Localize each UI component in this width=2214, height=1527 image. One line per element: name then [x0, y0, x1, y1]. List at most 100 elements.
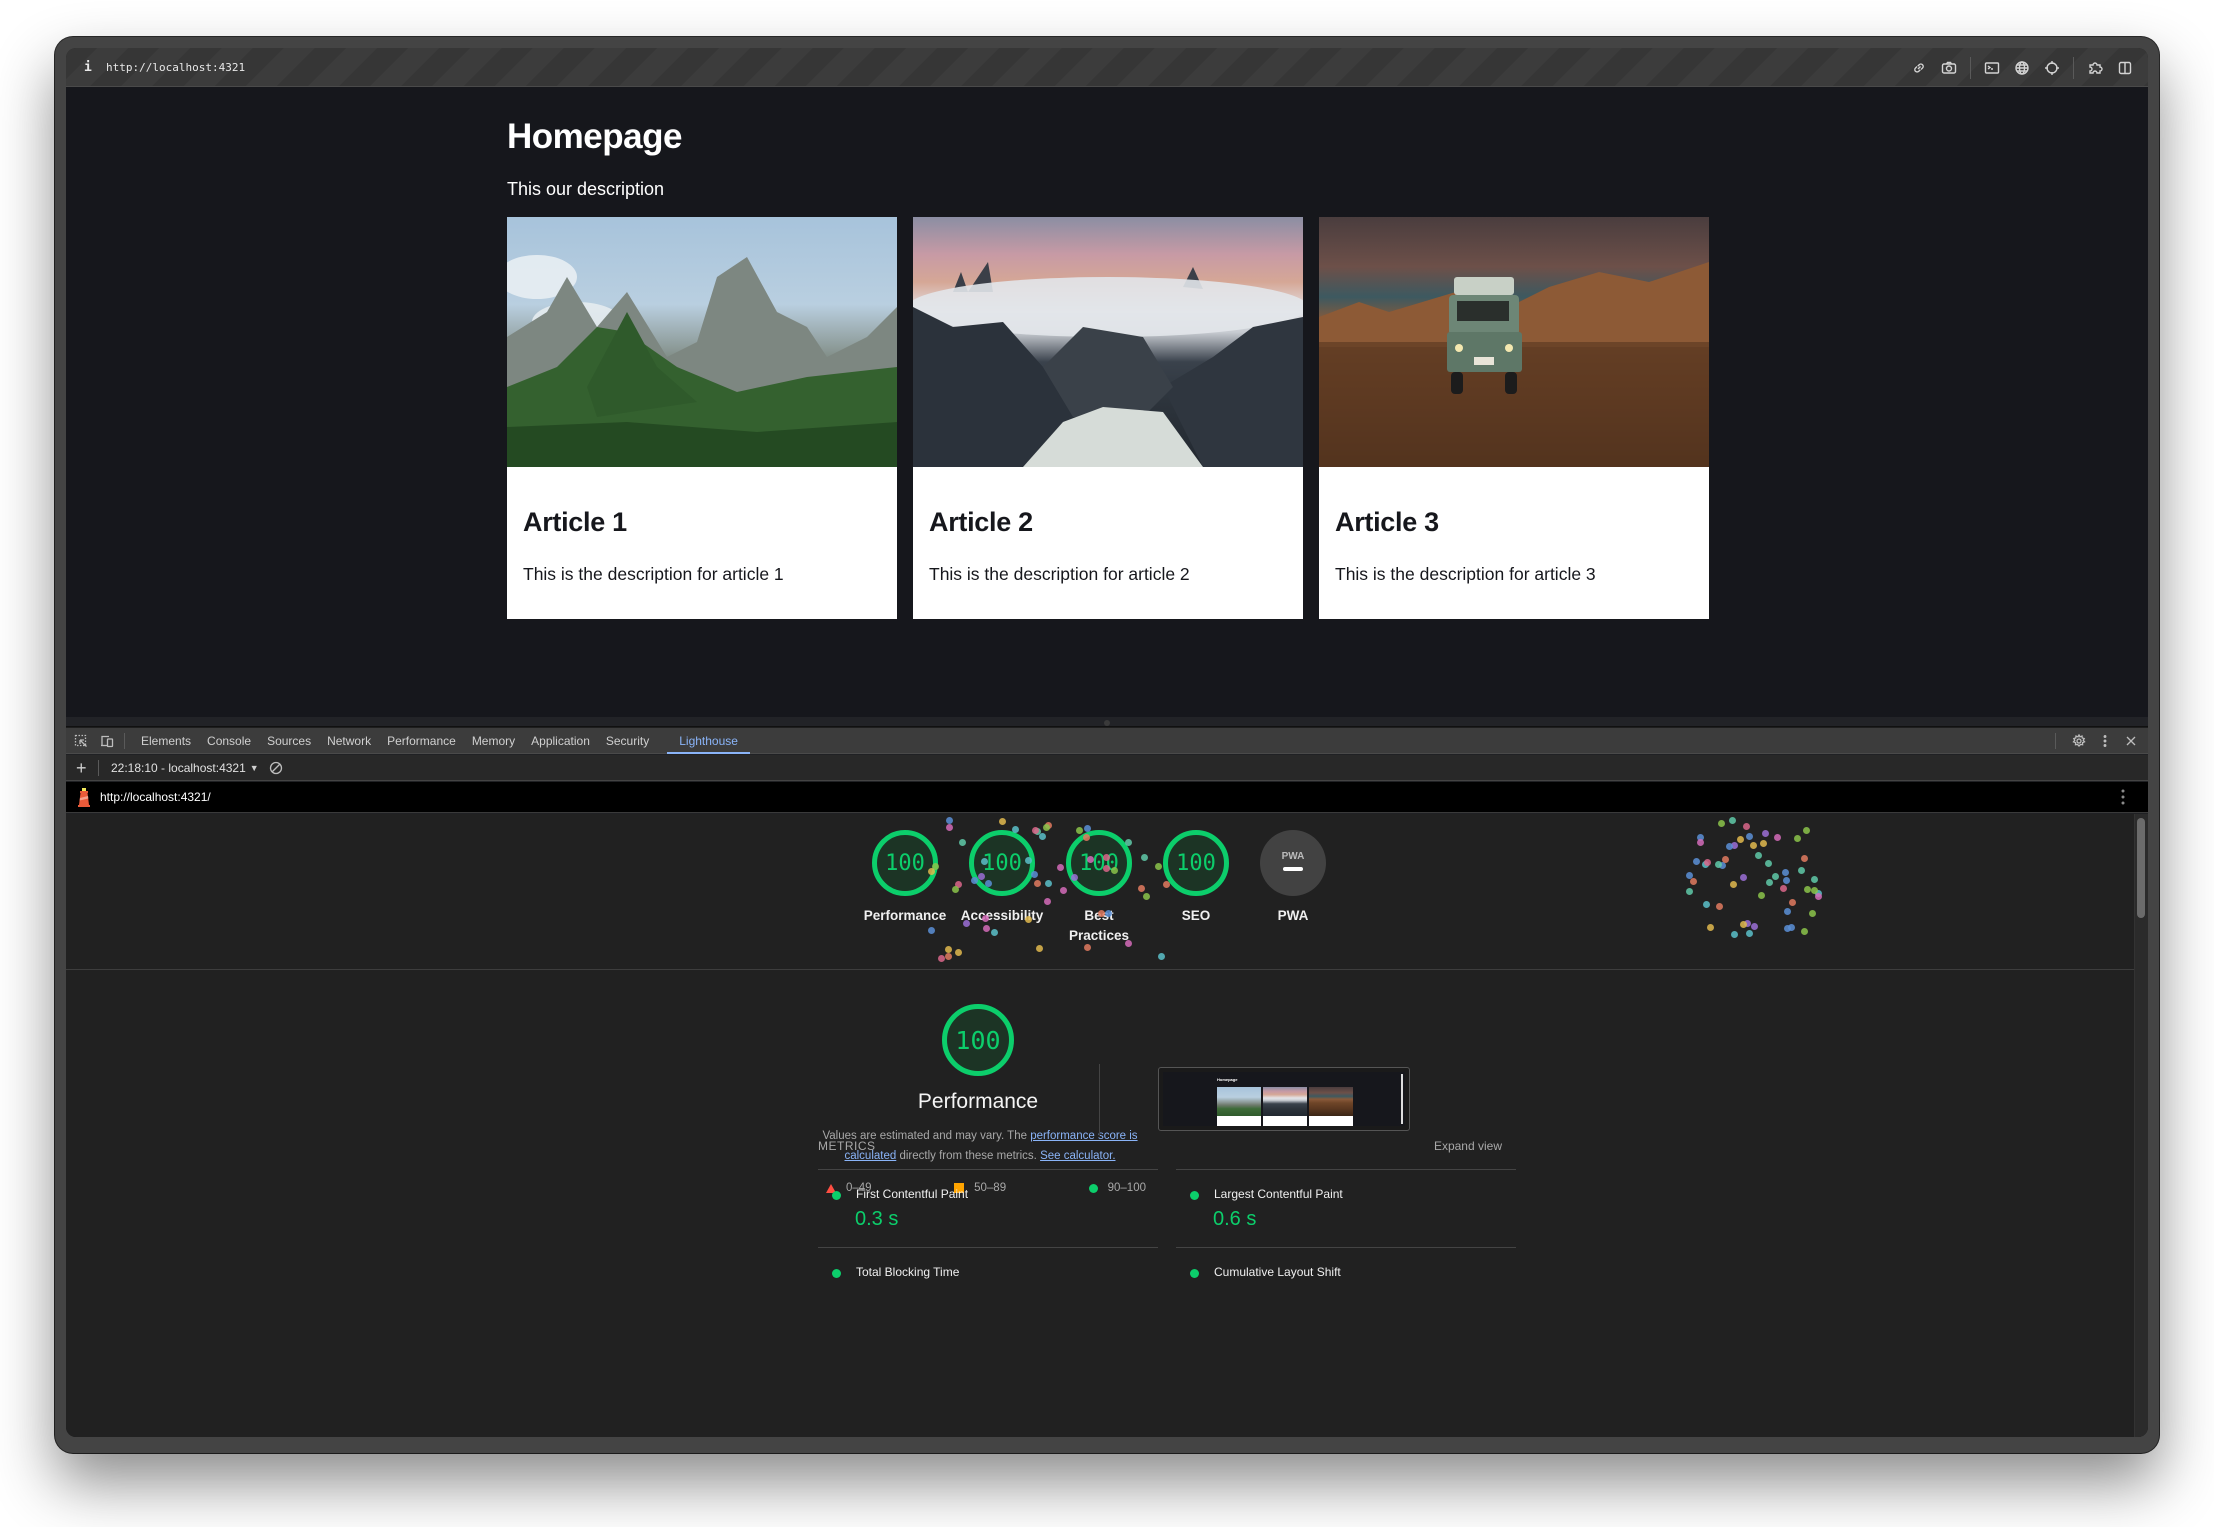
confetti-dot — [1098, 909, 1106, 917]
article-title[interactable]: Article 3 — [1335, 507, 1439, 538]
report-scrollbar[interactable] — [2134, 814, 2148, 1437]
gauge-label: Performance — [863, 908, 947, 923]
confetti-dot — [1141, 853, 1149, 861]
tab-security[interactable]: Security — [598, 728, 657, 754]
confetti-dot — [1034, 879, 1042, 887]
devtools-actions — [2049, 728, 2142, 754]
screenshot-title: Homepage — [1217, 1077, 1238, 1082]
screenshot-card — [1263, 1087, 1307, 1126]
final-screenshot[interactable]: Homepage — [1158, 1067, 1410, 1131]
gauge-pwa[interactable]: PWA PWA — [1243, 830, 1343, 926]
metric-name: First Contentful Paint — [856, 1187, 969, 1201]
article-description: This is the description for article 3 — [1335, 564, 1596, 584]
device-toolbar-icon[interactable] — [96, 730, 118, 752]
pass-circle-icon — [832, 1191, 841, 1200]
article-card[interactable]: Article 1 This is the description for ar… — [507, 217, 897, 619]
article-title[interactable]: Article 1 — [523, 507, 627, 538]
link-icon[interactable] — [1906, 55, 1932, 81]
gauge-seo[interactable]: 100 SEO — [1146, 830, 1246, 926]
close-icon[interactable] — [2120, 730, 2142, 752]
chevron-down-icon[interactable]: ▼ — [250, 763, 259, 773]
info-icon[interactable]: i — [84, 60, 94, 75]
metric-value: 0.6 s — [1213, 1208, 1257, 1230]
metrics-heading: METRICS — [818, 1139, 876, 1153]
section-separator — [1099, 1064, 1100, 1136]
split-panel-icon[interactable] — [2112, 55, 2138, 81]
article-title[interactable]: Article 2 — [929, 507, 1033, 538]
confetti-dot — [1773, 834, 1781, 842]
metric-name: Total Blocking Time — [856, 1265, 960, 1279]
article-list: Article 1 This is the description for ar… — [507, 217, 1709, 619]
performance-gauge: 100 Performance — [878, 1004, 1078, 1114]
expand-view-toggle[interactable]: Expand view — [1434, 1139, 1502, 1161]
url-bar: i http://localhost:4321 — [66, 48, 2148, 87]
inspect-element-icon[interactable] — [70, 730, 92, 752]
terminal-icon[interactable] — [1979, 55, 2005, 81]
resize-handle[interactable] — [1104, 720, 1110, 726]
confetti-dot — [1716, 902, 1724, 910]
report-select[interactable]: 22:18:10 - localhost:4321 — [111, 761, 246, 775]
extension-icon[interactable] — [2082, 55, 2108, 81]
gear-icon[interactable] — [2068, 730, 2090, 752]
url-text[interactable]: http://localhost:4321 — [106, 61, 245, 74]
confetti-dot — [1717, 820, 1725, 828]
lighthouse-toolbar: + 22:18:10 - localhost:4321 ▼ — [66, 755, 2148, 781]
devtools-resize-divider[interactable] — [66, 717, 2148, 727]
gauge-performance[interactable]: 100 Performance — [855, 830, 955, 926]
confetti-dot — [1736, 836, 1744, 844]
new-report-button[interactable]: + — [76, 759, 92, 777]
tab-separator — [124, 732, 125, 749]
tab-console[interactable]: Console — [199, 728, 259, 754]
tab-application[interactable]: Application — [523, 728, 598, 754]
web-page: Homepage This our description Article 1 … — [66, 87, 2148, 717]
confetti-dot — [1138, 884, 1146, 892]
confetti-dot — [1803, 885, 1811, 893]
globe-icon[interactable] — [2009, 55, 2035, 81]
metric-value: 0.3 s — [855, 1208, 899, 1230]
confetti-dot — [938, 954, 946, 962]
screenshot-scrollbar — [1401, 1074, 1403, 1124]
more-options-icon[interactable] — [2094, 730, 2116, 752]
confetti-dot — [990, 928, 998, 936]
camera-icon[interactable] — [1936, 55, 1962, 81]
confetti-dot — [1750, 922, 1758, 930]
toolbar-separator — [98, 759, 99, 776]
confetti-dot — [1075, 826, 1083, 834]
gauge-accessibility[interactable]: 100 Accessibility — [952, 830, 1052, 926]
confetti-dot — [1771, 872, 1779, 880]
tab-performance[interactable]: Performance — [379, 728, 464, 754]
tab-sources[interactable]: Sources — [259, 728, 319, 754]
lighthouse-logo-icon — [76, 787, 92, 807]
confetti-dot — [1798, 866, 1806, 874]
article-card[interactable]: Article 2 This is the description for ar… — [913, 217, 1303, 619]
confetti-dot — [1743, 823, 1751, 831]
confetti-dot — [1704, 859, 1712, 867]
clear-icon[interactable] — [265, 757, 287, 779]
gauge-score: 100 — [872, 830, 938, 896]
tab-memory[interactable]: Memory — [464, 728, 523, 754]
metric-lcp: Largest Contentful Paint 0.6 s — [1176, 1169, 1516, 1247]
tab-lighthouse[interactable]: Lighthouse — [667, 728, 750, 754]
pwa-badge-text: PWA — [1281, 851, 1305, 862]
crosshair-icon[interactable] — [2039, 55, 2065, 81]
lighthouse-report: 100 Performance 100 Accessibility 100 Be… — [66, 814, 2148, 1437]
performance-score: 100 — [942, 1004, 1014, 1076]
article-card[interactable]: Article 3 This is the description for ar… — [1319, 217, 1709, 619]
tab-network[interactable]: Network — [319, 728, 379, 754]
confetti-dot — [1692, 858, 1700, 866]
confetti-dot — [998, 818, 1006, 826]
confetti-dot — [1035, 944, 1043, 952]
confetti-dot — [1162, 880, 1170, 888]
confetti-dot — [1702, 901, 1710, 909]
performance-title: Performance — [917, 1090, 1039, 1113]
confetti-dot — [1760, 839, 1768, 847]
screenshot-card — [1309, 1087, 1353, 1126]
confetti-dot — [1745, 930, 1753, 938]
gauge-label: PWA — [1277, 908, 1309, 923]
report-menu-icon[interactable] — [2120, 788, 2126, 811]
tab-elements[interactable]: Elements — [133, 728, 199, 754]
confetti-dot — [1749, 841, 1757, 849]
confetti-dot — [1686, 888, 1694, 896]
page-title: Homepage — [507, 117, 682, 156]
scrollbar-thumb[interactable] — [2137, 818, 2145, 918]
